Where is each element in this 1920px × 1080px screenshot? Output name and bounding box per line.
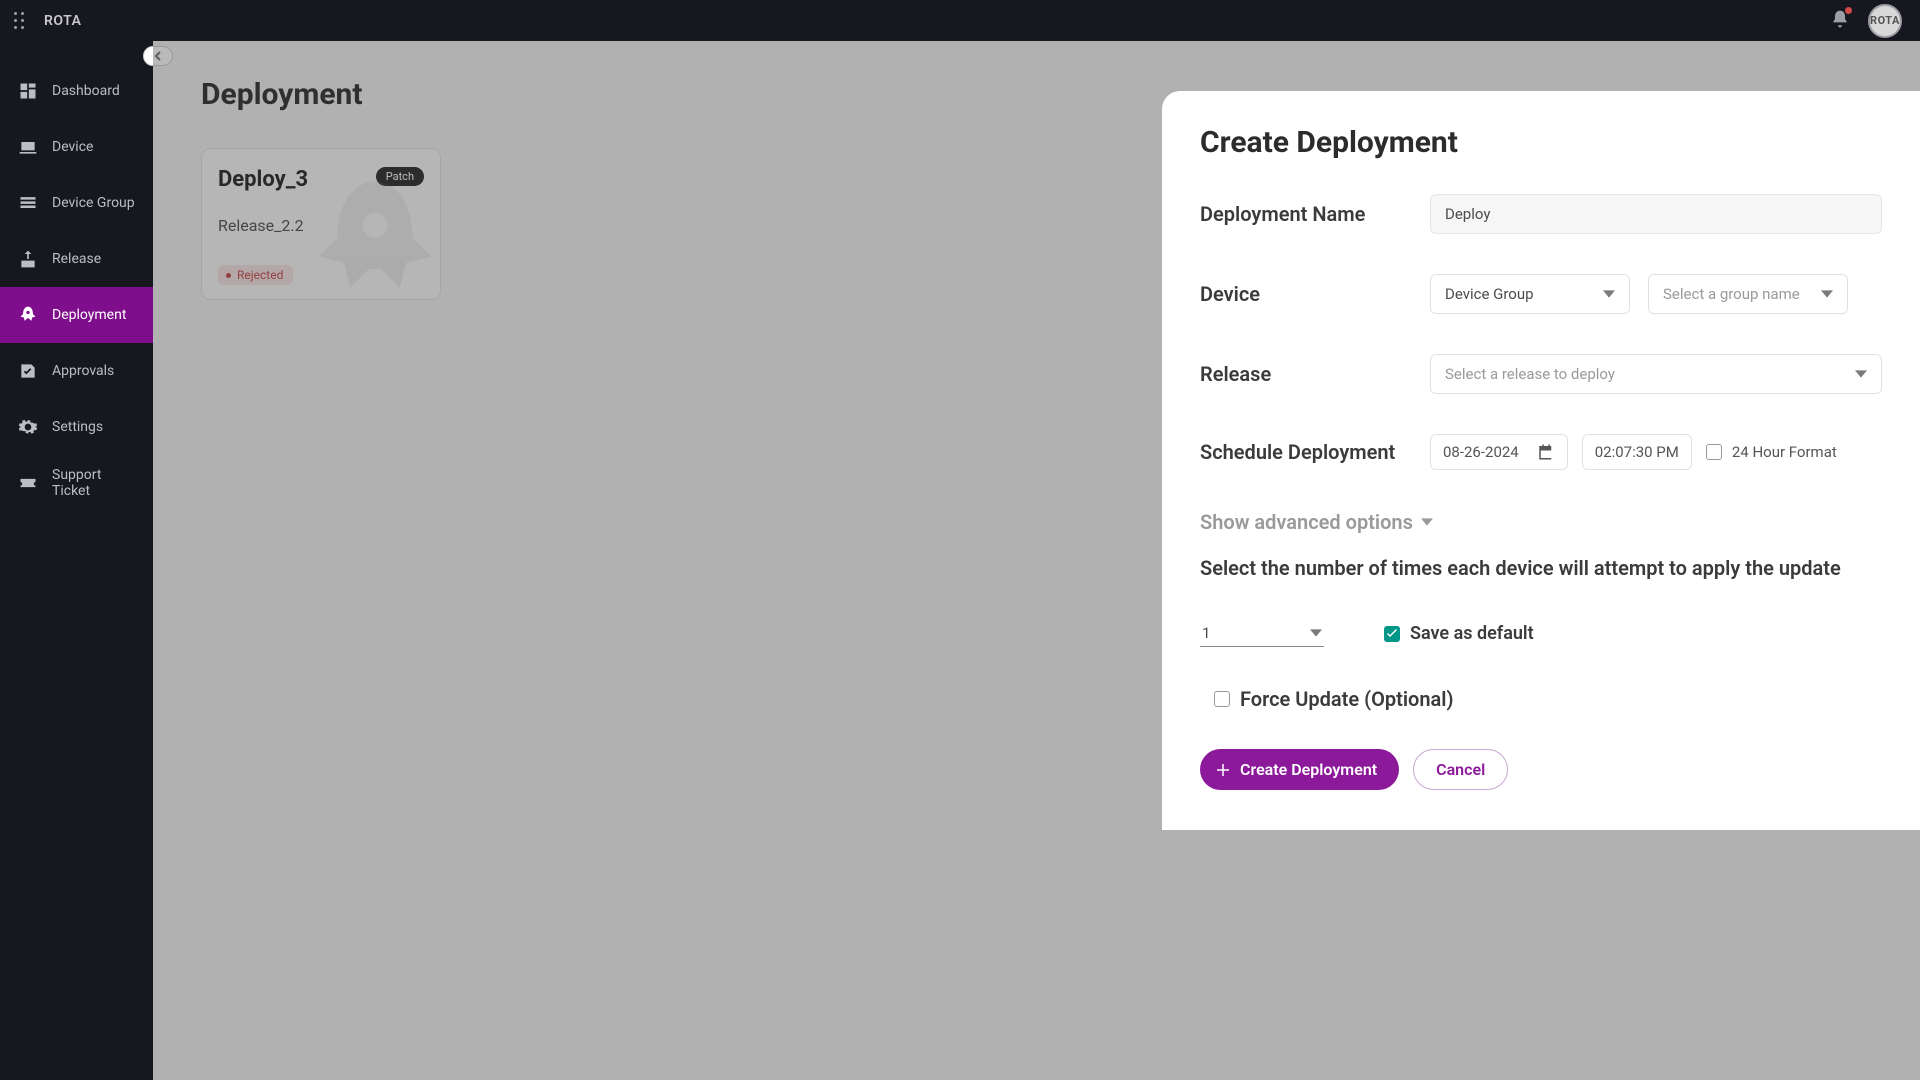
dashboard-icon (18, 81, 38, 101)
button-label: Create Deployment (1240, 760, 1377, 779)
label-schedule: Schedule Deployment (1200, 440, 1430, 464)
device-group-icon (18, 193, 38, 213)
ticket-icon (18, 473, 38, 493)
panel-heading: Create Deployment (1200, 125, 1882, 160)
label-deployment-name: Deployment Name (1200, 202, 1430, 226)
deployment-name-input[interactable] (1430, 194, 1882, 234)
sidebar-item-support-ticket[interactable]: Support Ticket (0, 455, 153, 511)
calendar-icon (1537, 443, 1555, 461)
sidebar-item-approvals[interactable]: Approvals (0, 343, 153, 399)
advanced-toggle[interactable]: Show advanced options (1200, 510, 1882, 534)
sidebar-item-settings[interactable]: Settings (0, 399, 153, 455)
sidebar-item-label: Settings (52, 419, 103, 435)
group-name-select[interactable]: Select a group name (1648, 274, 1848, 314)
checkbox-box (1384, 626, 1400, 642)
main-content: Deployment Deploy_3 Patch Release_2.2 Re… (153, 41, 1920, 1080)
release-icon (18, 249, 38, 269)
chevron-down-icon (1821, 288, 1833, 300)
attempts-select[interactable]: 1 (1200, 620, 1324, 647)
card-title: Deploy_3 (218, 167, 308, 192)
checkbox-box (1214, 691, 1230, 707)
select-value: 1 (1202, 624, 1210, 642)
release-select[interactable]: Select a release to deploy (1430, 354, 1882, 394)
sidebar-item-release[interactable]: Release (0, 231, 153, 287)
cancel-button[interactable]: Cancel (1413, 749, 1508, 790)
notifications-button[interactable] (1830, 9, 1850, 33)
force-update-checkbox[interactable]: Force Update (Optional) (1214, 687, 1453, 711)
sidebar-item-device[interactable]: Device (0, 119, 153, 175)
save-default-checkbox[interactable]: Save as default (1384, 623, 1534, 644)
deployment-icon (18, 305, 38, 325)
chevron-down-icon (1310, 627, 1322, 639)
plus-icon (1214, 761, 1232, 779)
device-type-select[interactable]: Device Group (1430, 274, 1630, 314)
sidebar-item-label: Deployment (52, 307, 126, 323)
settings-icon (18, 417, 38, 437)
label-release: Release (1200, 362, 1430, 386)
sidebar-item-label: Release (52, 251, 101, 267)
sidebar-item-deployment[interactable]: Deployment (0, 287, 153, 343)
sidebar: Dashboard Device Device Group Release De… (0, 41, 153, 1080)
hour24-checkbox[interactable]: 24 Hour Format (1706, 443, 1837, 461)
sidebar-item-label: Support Ticket (52, 467, 137, 499)
time-value: 02:07:30 PM (1595, 443, 1679, 461)
select-placeholder: Select a group name (1663, 285, 1800, 303)
approvals-icon (18, 361, 38, 381)
button-label: Cancel (1436, 760, 1485, 779)
date-picker[interactable]: 08-26-2024 (1430, 434, 1568, 470)
avatar[interactable]: ROTA (1868, 4, 1902, 38)
sidebar-item-label: Device Group (52, 195, 135, 211)
checkbox-label: 24 Hour Format (1732, 443, 1837, 461)
topbar: ROTA ROTA (0, 0, 1920, 41)
checkbox-box (1706, 444, 1722, 460)
brand-name: ROTA (44, 13, 81, 29)
sidebar-item-label: Dashboard (52, 83, 120, 99)
back-button[interactable] (143, 46, 173, 66)
create-deployment-panel: Create Deployment Deployment Name Device… (1162, 91, 1920, 830)
attempts-description: Select the number of times each device w… (1200, 556, 1882, 580)
device-icon (18, 137, 38, 157)
notification-dot (1845, 7, 1852, 14)
menu-grip-icon[interactable] (14, 12, 28, 30)
sidebar-item-device-group[interactable]: Device Group (0, 175, 153, 231)
checkbox-label: Force Update (Optional) (1240, 687, 1453, 711)
rocket-bg-icon (300, 169, 441, 300)
date-value: 08-26-2024 (1443, 443, 1519, 461)
sidebar-item-label: Approvals (52, 363, 114, 379)
sidebar-item-dashboard[interactable]: Dashboard (0, 63, 153, 119)
chevron-down-icon (1421, 516, 1433, 528)
chevron-down-icon (1855, 368, 1867, 380)
checkbox-label: Save as default (1410, 623, 1534, 644)
check-icon (1386, 628, 1398, 640)
status-badge: Rejected (218, 265, 293, 285)
select-placeholder: Select a release to deploy (1445, 365, 1615, 383)
label-device: Device (1200, 282, 1430, 306)
create-deployment-button[interactable]: Create Deployment (1200, 749, 1399, 790)
sidebar-item-label: Device (52, 139, 93, 155)
advanced-label: Show advanced options (1200, 510, 1413, 534)
time-picker[interactable]: 02:07:30 PM (1582, 434, 1692, 470)
chevron-down-icon (1603, 288, 1615, 300)
select-value: Device Group (1445, 285, 1534, 303)
deployment-card[interactable]: Deploy_3 Patch Release_2.2 Rejected (201, 148, 441, 300)
